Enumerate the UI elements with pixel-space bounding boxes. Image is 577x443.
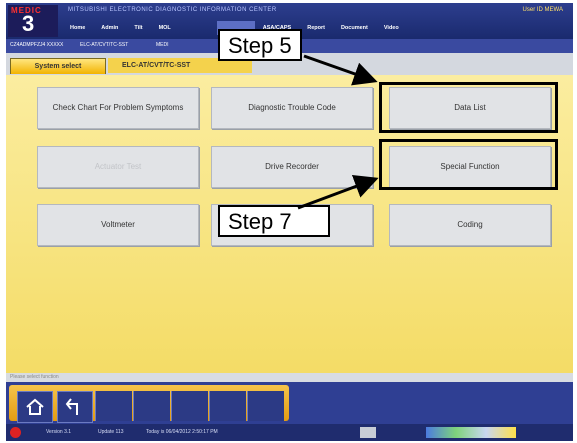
step-5-arrow (303, 54, 378, 86)
step-7-arrow (297, 175, 379, 210)
step-arrows (297, 54, 379, 210)
